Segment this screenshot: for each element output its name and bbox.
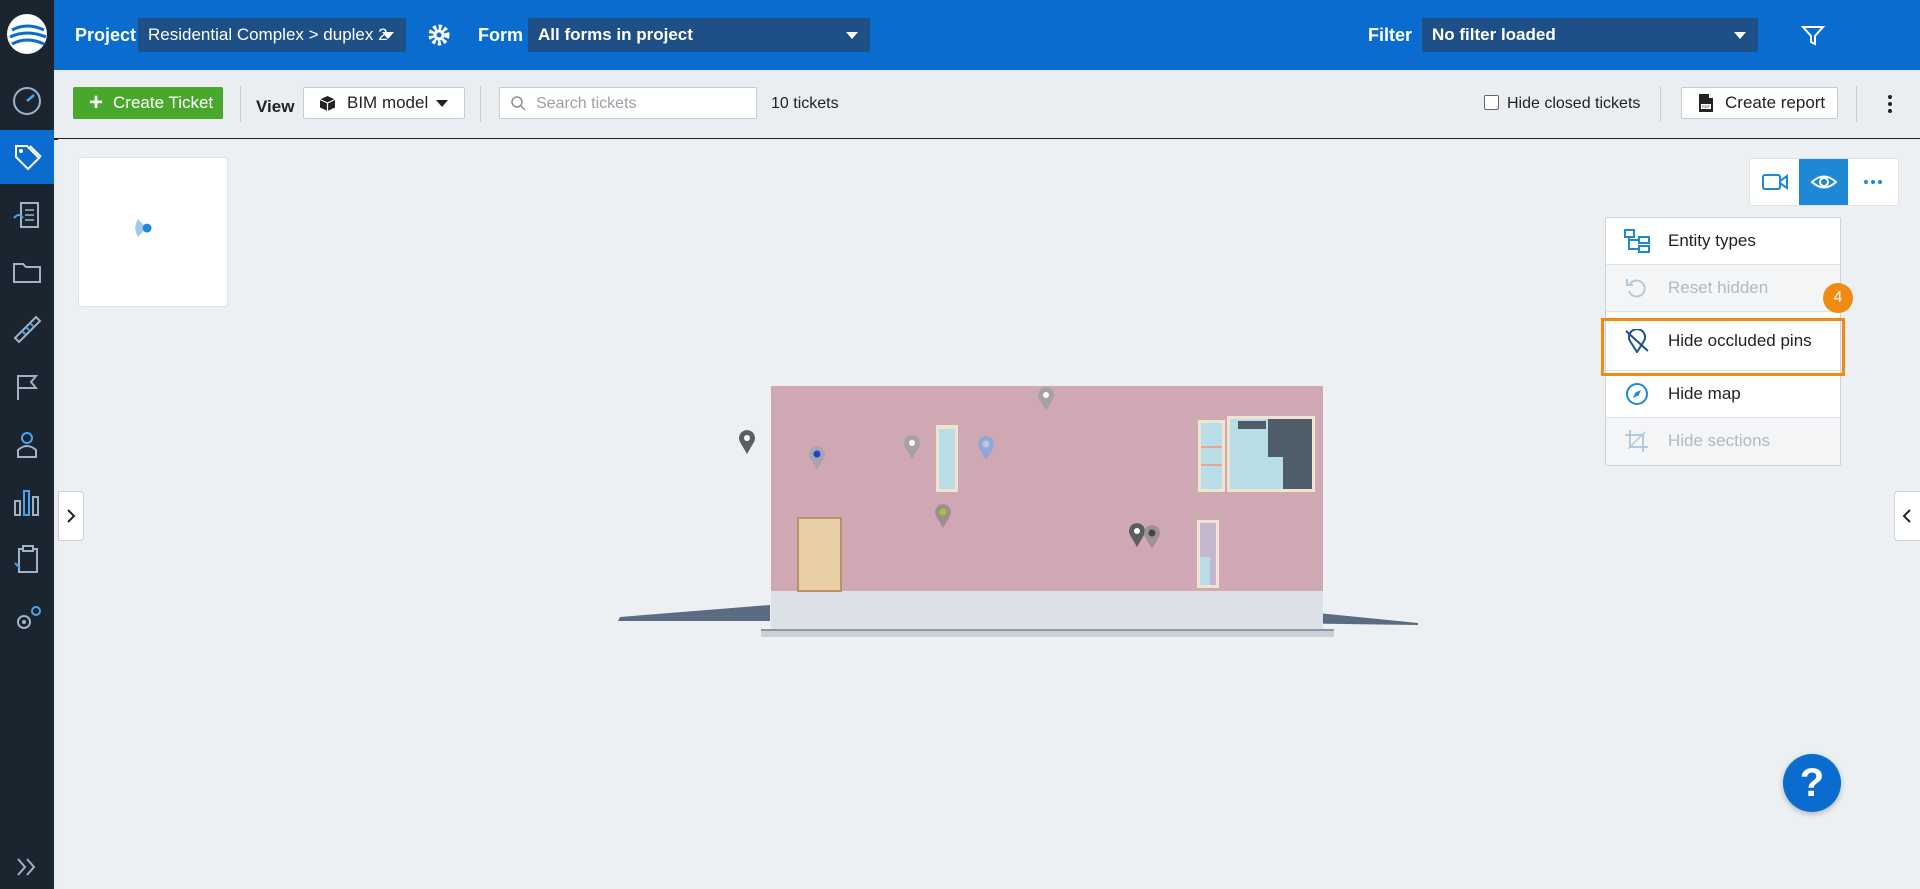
hide-pin-icon: [1625, 329, 1649, 353]
dashboard-icon[interactable]: [0, 74, 54, 128]
crop-icon: [1625, 430, 1648, 452]
filter-select[interactable]: No filter loaded: [1422, 18, 1758, 52]
create-ticket-label: Create Ticket: [113, 93, 214, 112]
camera-button[interactable]: [1750, 159, 1799, 205]
left-rail: [0, 0, 54, 889]
entity-types-label: Entity types: [1668, 231, 1756, 250]
door: [797, 517, 842, 592]
search-box: [499, 87, 757, 120]
menu-item-reset-hidden: Reset hidden: [1606, 265, 1840, 312]
view-label: View: [256, 97, 295, 116]
user-pin-icon[interactable]: [0, 418, 54, 472]
cube-icon: [319, 96, 336, 111]
left-panel-toggle[interactable]: [58, 491, 84, 541]
flag-icon[interactable]: [0, 360, 54, 414]
video-camera-icon: [1761, 174, 1788, 190]
forms-icon[interactable]: [0, 188, 54, 242]
ticket-count: 10 tickets: [771, 95, 839, 112]
form-label: Form: [478, 25, 523, 45]
svg-text:PDF: PDF: [1702, 104, 1711, 109]
ticket-pin[interactable]: [903, 434, 921, 460]
create-ticket-button[interactable]: + Create Ticket: [73, 87, 223, 119]
visibility-button[interactable]: [1799, 159, 1848, 205]
filter-value: No filter loaded: [1432, 25, 1556, 44]
settings-icon[interactable]: [0, 592, 54, 646]
filter-icon[interactable]: [1800, 22, 1826, 48]
hide-map-label: Hide map: [1668, 384, 1741, 403]
ticket-pin[interactable]: [1037, 386, 1055, 412]
app-logo[interactable]: [4, 8, 50, 60]
divider: [1856, 86, 1857, 122]
gear-icon[interactable]: [426, 22, 452, 48]
more-viewer-options[interactable]: [1848, 159, 1897, 205]
divider: [480, 86, 481, 122]
toolbar: + Create Ticket View BIM model 10 ticket…: [54, 70, 1920, 140]
clipboard-icon[interactable]: [0, 533, 54, 587]
chevron-down-icon: [1734, 32, 1746, 39]
ellipsis-icon: [1863, 180, 1882, 184]
reset-hidden-label: Reset hidden: [1668, 278, 1769, 297]
search-icon: [511, 96, 526, 111]
project-value: Residential Complex > duplex 2: [148, 25, 388, 44]
menu-item-hide-sections: Hide sections: [1606, 418, 1840, 465]
visibility-menu: Entity types Reset hidden Hide occluded …: [1605, 217, 1841, 466]
hide-sections-label: Hide sections: [1668, 431, 1771, 450]
create-report-button[interactable]: PDF Create report: [1681, 87, 1838, 119]
form-select[interactable]: All forms in project: [528, 18, 870, 52]
search-input[interactable]: [534, 88, 753, 120]
minimap[interactable]: [78, 157, 228, 307]
view-value: BIM model: [347, 93, 429, 112]
project-label: Project: [75, 25, 137, 45]
divider: [1660, 86, 1661, 122]
tickets-icon[interactable]: [0, 130, 54, 184]
chevron-down-icon: [382, 32, 394, 39]
view-select[interactable]: BIM model: [303, 87, 465, 119]
compass-icon: [1626, 383, 1648, 405]
menu-item-hide-occluded-pins[interactable]: Hide occluded pins: [1606, 312, 1840, 371]
form-value: All forms in project: [538, 25, 693, 44]
chevron-right-icon: [67, 509, 76, 523]
analytics-icon[interactable]: [0, 475, 54, 529]
step-badge: 4: [1823, 283, 1853, 313]
right-panel-toggle[interactable]: [1894, 491, 1920, 541]
chevron-down-icon: [436, 100, 448, 107]
divider: [240, 86, 241, 122]
measure-icon[interactable]: [0, 302, 54, 356]
ticket-pin[interactable]: [934, 503, 952, 529]
folder-icon[interactable]: [0, 245, 54, 299]
plus-icon: +: [89, 89, 104, 116]
entity-types-icon: [1624, 229, 1650, 253]
menu-item-hide-map[interactable]: Hide map: [1606, 371, 1840, 418]
reset-icon: [1626, 279, 1646, 298]
eye-icon: [1810, 175, 1837, 189]
hide-closed-label: Hide closed tickets: [1507, 95, 1641, 112]
camera-position-icon: [135, 219, 152, 237]
chevron-down-icon: [846, 32, 858, 39]
viewer-controls: [1749, 158, 1899, 206]
top-bar: Project Residential Complex > duplex 2 F…: [54, 0, 1920, 70]
ticket-pin[interactable]: [977, 435, 995, 461]
menu-item-entity-types[interactable]: Entity types: [1606, 218, 1840, 265]
hide-occluded-pins-label: Hide occluded pins: [1668, 331, 1812, 350]
hide-closed-checkbox[interactable]: [1484, 95, 1499, 110]
expand-rail-icon[interactable]: [0, 845, 54, 889]
hide-closed-toggle[interactable]: Hide closed tickets: [1484, 70, 1640, 138]
pdf-icon: PDF: [1699, 94, 1713, 112]
ticket-pin[interactable]: [738, 429, 756, 455]
ticket-pin[interactable]: [1143, 524, 1161, 550]
ticket-pin[interactable]: [808, 445, 826, 471]
help-button[interactable]: ?: [1783, 754, 1841, 812]
filter-label: Filter: [1368, 25, 1413, 45]
project-select[interactable]: Residential Complex > duplex 2: [138, 18, 406, 52]
create-report-label: Create report: [1725, 93, 1826, 112]
chevron-left-icon: [1902, 509, 1911, 523]
more-options-icon[interactable]: [1880, 90, 1900, 118]
